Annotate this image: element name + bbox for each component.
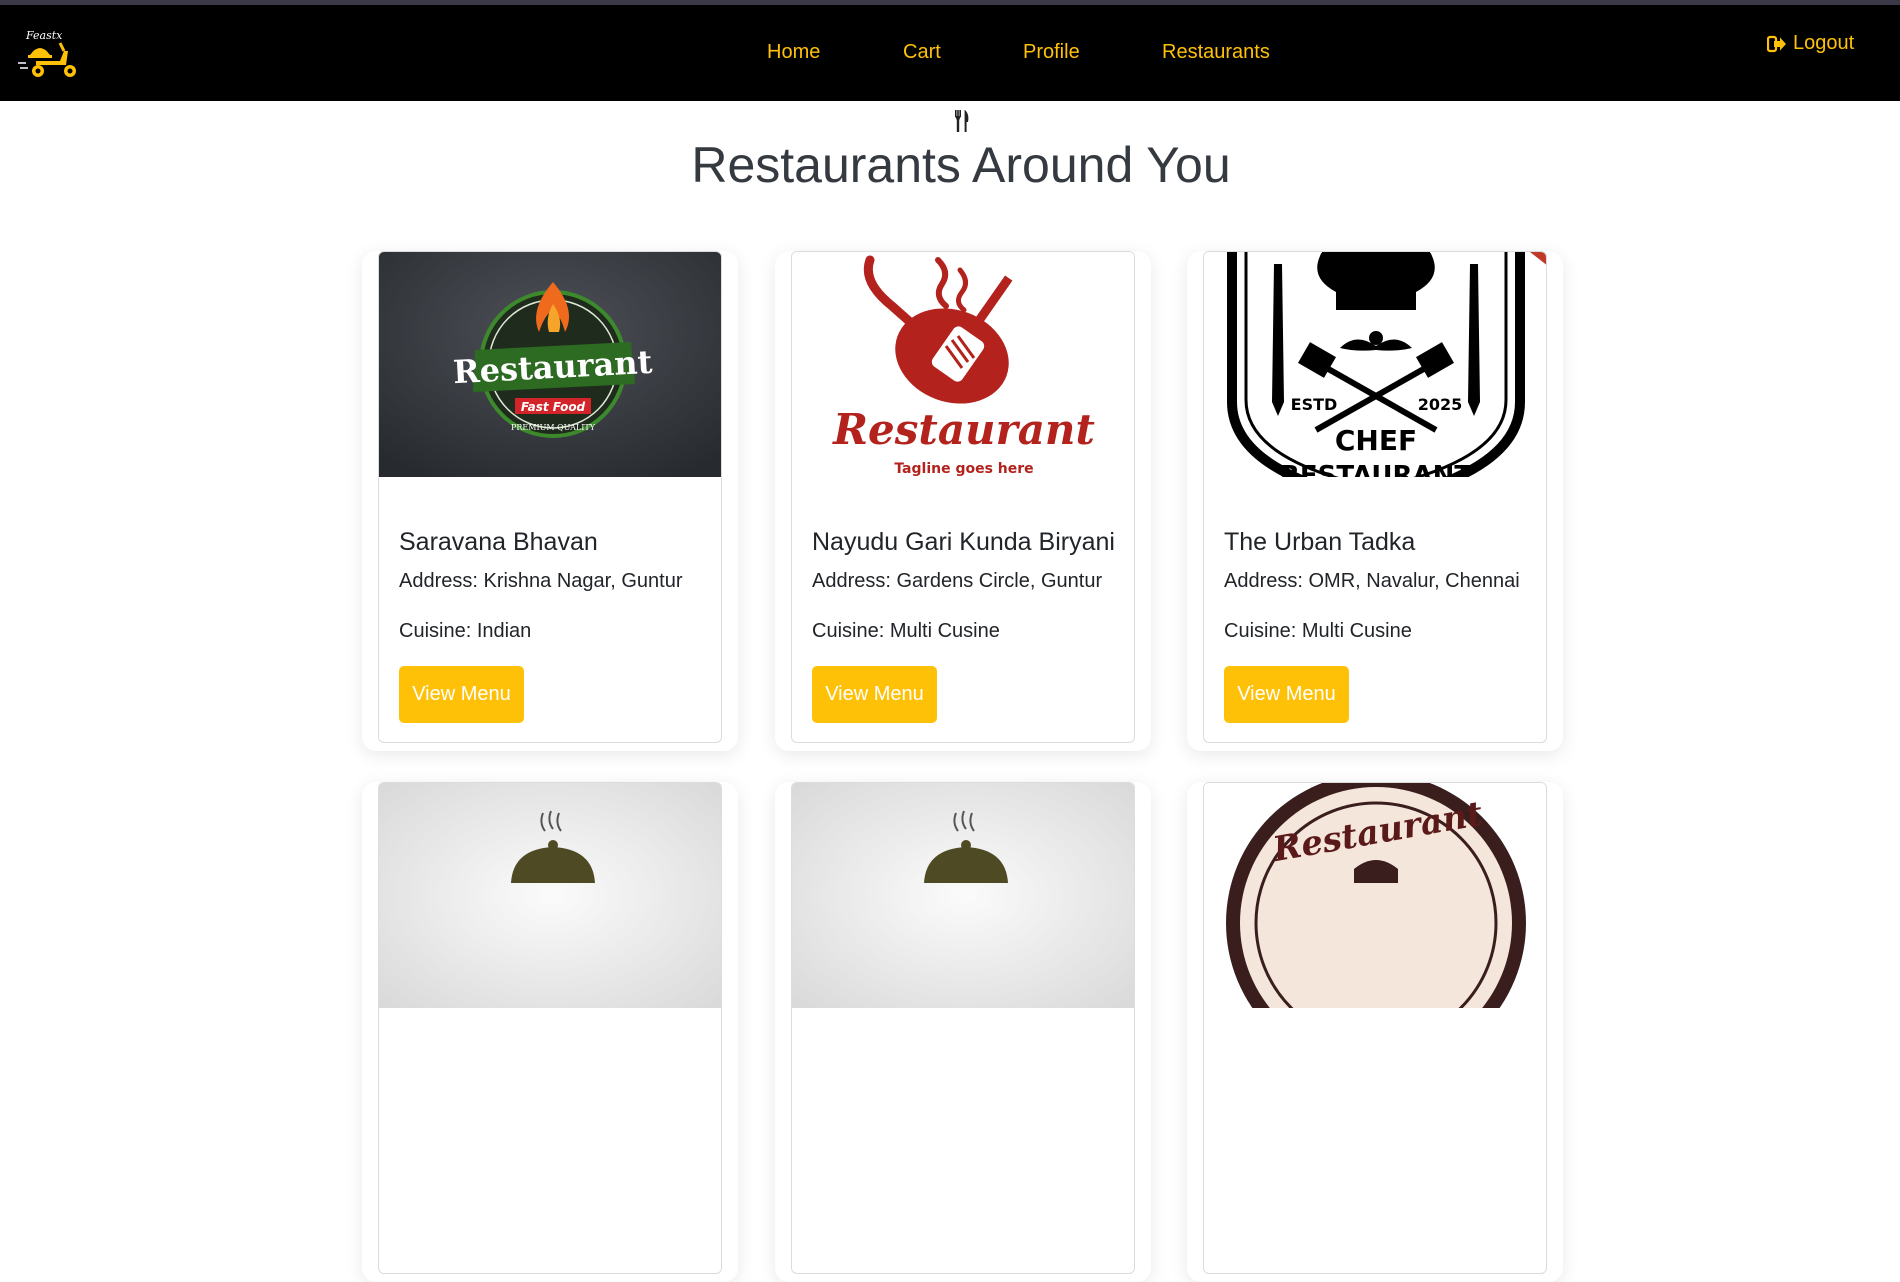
view-menu-button[interactable]: View Menu [812, 666, 937, 723]
restaurant-image: Restaurant Fast Food PREMIUM QUALITY [379, 252, 721, 477]
restaurant-address: Address: Gardens Circle, Guntur [812, 570, 1103, 592]
restaurant-image: Restaurant Tagline goes here [792, 252, 1134, 477]
view-menu-button[interactable]: View Menu [399, 666, 524, 723]
svg-text:RESTAURANT: RESTAURANT [1280, 461, 1473, 477]
page-title: Restaurants Around You [691, 137, 1231, 193]
restaurant-card-body: Restaurant Tagline goes here Nayudu Gari… [791, 251, 1135, 743]
utensils-icon [955, 110, 969, 132]
restaurant-card: Restaurant Tagline goes here Nayudu Gari… [775, 251, 1151, 751]
restaurant-logo-image: Restaurant Tagline goes here [792, 252, 1134, 477]
nav-links: Home Cart Profile Restaurants [0, 5, 1900, 101]
restaurant-card [775, 782, 1151, 1282]
logout-label: Logout [1793, 32, 1855, 54]
logout-button[interactable]: Logout [1767, 32, 1854, 55]
view-menu-button[interactable]: View Menu [1224, 666, 1349, 723]
restaurant-logo-image: ESTD 2025 CHEF RESTAURANT [1204, 252, 1546, 477]
nav-cart-link[interactable]: Cart [903, 41, 941, 64]
svg-text:Tagline goes here: Tagline goes here [894, 461, 1033, 477]
svg-text:PREMIUM QUALITY: PREMIUM QUALITY [511, 423, 596, 432]
restaurant-badge-image: Restaurant [1204, 783, 1546, 1008]
restaurant-cuisine: Cuisine: Indian [399, 620, 532, 642]
svg-text:2025: 2025 [1418, 395, 1463, 414]
cloche-logo-image [792, 783, 1134, 1008]
restaurant-cuisine: Cuisine: Multi Cusine [1224, 620, 1412, 642]
svg-text:ESTD: ESTD [1291, 395, 1338, 414]
restaurant-image: Restaurant [1204, 783, 1546, 1008]
restaurant-image: ESTD 2025 CHEF RESTAURANT [1204, 252, 1546, 477]
logout-icon [1767, 35, 1786, 52]
restaurant-address: Address: Krishna Nagar, Guntur [399, 570, 683, 592]
restaurant-cuisine: Cuisine: Multi Cusine [812, 620, 1000, 642]
cloche-logo-image [379, 783, 721, 1008]
navbar: Feastx Home Cart Profile Restaurants Log… [0, 5, 1900, 101]
nav-profile-link[interactable]: Profile [1023, 41, 1080, 64]
restaurant-card-body: ESTD 2025 CHEF RESTAURANT The Urban Tadk… [1203, 251, 1547, 743]
nav-home-link[interactable]: Home [767, 41, 820, 64]
restaurant-card: Restaurant Fast Food PREMIUM QUALITY Sar… [362, 251, 738, 751]
restaurant-logo-image: Restaurant Fast Food PREMIUM QUALITY [379, 252, 721, 477]
restaurant-card-body: Restaurant [1203, 782, 1547, 1274]
nav-restaurants-link[interactable]: Restaurants [1162, 41, 1270, 64]
svg-text:CHEF: CHEF [1335, 424, 1417, 457]
restaurant-image [379, 783, 721, 1008]
svg-text:Fast Food: Fast Food [521, 400, 586, 414]
restaurant-card: Restaurant [1187, 782, 1563, 1282]
restaurant-card-body [791, 782, 1135, 1274]
restaurant-card [362, 782, 738, 1282]
restaurant-image [792, 783, 1134, 1008]
restaurant-name: Saravana Bhavan [399, 528, 598, 556]
restaurant-name: Nayudu Gari Kunda Biryani [812, 528, 1115, 556]
restaurant-address: Address: OMR, Navalur, Chennai [1224, 570, 1520, 592]
restaurant-card: ESTD 2025 CHEF RESTAURANT The Urban Tadk… [1187, 251, 1563, 751]
restaurant-card-body: Restaurant Fast Food PREMIUM QUALITY Sar… [378, 251, 722, 743]
svg-text:Restaurant: Restaurant [832, 405, 1095, 454]
restaurant-card-body [378, 782, 722, 1274]
restaurant-name: The Urban Tadka [1224, 528, 1416, 556]
